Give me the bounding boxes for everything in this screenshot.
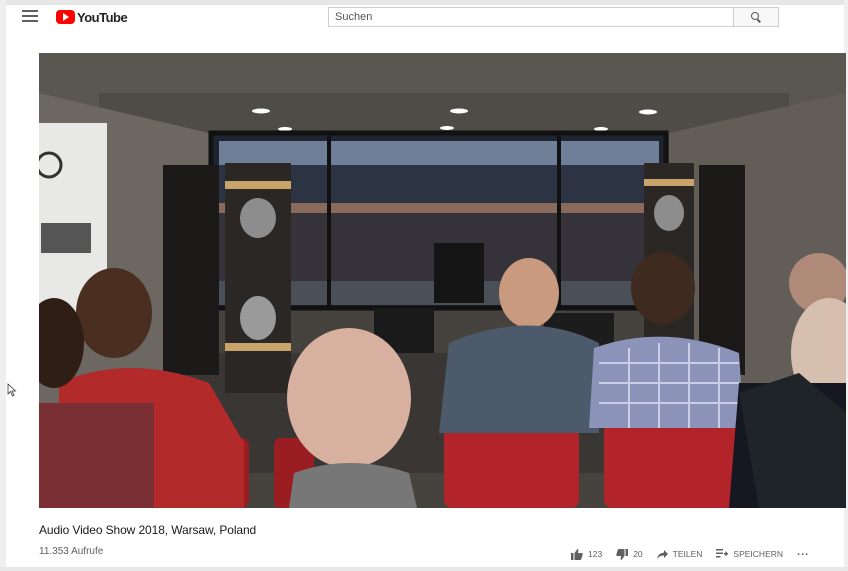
video-title: Audio Video Show 2018, Warsaw, Poland xyxy=(39,523,257,537)
hamburger-menu-icon[interactable] xyxy=(22,10,38,24)
share-label: TEILEN xyxy=(672,549,703,559)
playlist-add-icon xyxy=(716,549,729,558)
search-button[interactable] xyxy=(733,7,779,27)
save-button[interactable]: SPEICHERN xyxy=(716,549,783,559)
window-frame-bottom xyxy=(0,567,848,571)
video-frame xyxy=(39,53,846,508)
like-count: 123 xyxy=(588,549,603,559)
search-icon xyxy=(751,12,759,20)
masthead: YouTube xyxy=(6,5,844,29)
view-count: 11.353 Aufrufe xyxy=(39,546,104,557)
video-actions: 123 20 TEILEN SPEICHERN ... xyxy=(571,546,809,562)
like-button[interactable]: 123 xyxy=(571,548,603,560)
share-button[interactable]: TEILEN xyxy=(656,549,703,559)
dislike-button[interactable]: 20 xyxy=(616,548,643,560)
dislike-count: 20 xyxy=(633,549,643,559)
thumbs-down-icon xyxy=(616,548,629,560)
more-icon: ... xyxy=(797,546,810,558)
youtube-logo[interactable]: YouTube xyxy=(56,9,128,25)
search-input[interactable] xyxy=(328,7,734,27)
mouse-pointer-icon xyxy=(7,383,17,397)
window-frame-left xyxy=(0,0,6,571)
thumbs-up-icon xyxy=(571,548,583,560)
logo-text: YouTube xyxy=(77,9,128,25)
save-label: SPEICHERN xyxy=(733,549,784,559)
share-arrow-icon xyxy=(656,549,668,559)
play-logo-icon xyxy=(56,10,75,24)
video-player[interactable] xyxy=(39,53,846,508)
more-actions-button[interactable]: ... xyxy=(797,546,809,558)
